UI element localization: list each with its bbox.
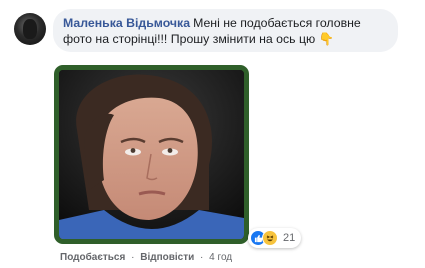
photo-illustration bbox=[59, 70, 244, 239]
pointing-down-icon: 👇 bbox=[318, 32, 334, 46]
reaction-summary[interactable]: 21 bbox=[248, 228, 302, 248]
haha-icon bbox=[262, 230, 278, 246]
comment-bubble: Маленька Відьмочка Мені не подобається го… bbox=[53, 9, 398, 52]
separator: · bbox=[131, 252, 135, 263]
like-link[interactable]: Подобається bbox=[60, 252, 125, 263]
separator: · bbox=[200, 252, 204, 263]
attached-photo[interactable] bbox=[54, 65, 249, 244]
reply-link[interactable]: Відповісти bbox=[140, 252, 194, 263]
comment-timestamp[interactable]: 4 год bbox=[209, 252, 232, 263]
reaction-count: 21 bbox=[283, 232, 296, 244]
avatar-silhouette bbox=[23, 19, 37, 39]
comment-author[interactable]: Маленька Відьмочка bbox=[63, 16, 190, 30]
comment-actions: Подобається · Відповісти · 4 год bbox=[60, 252, 232, 263]
commenter-avatar[interactable] bbox=[14, 13, 46, 45]
